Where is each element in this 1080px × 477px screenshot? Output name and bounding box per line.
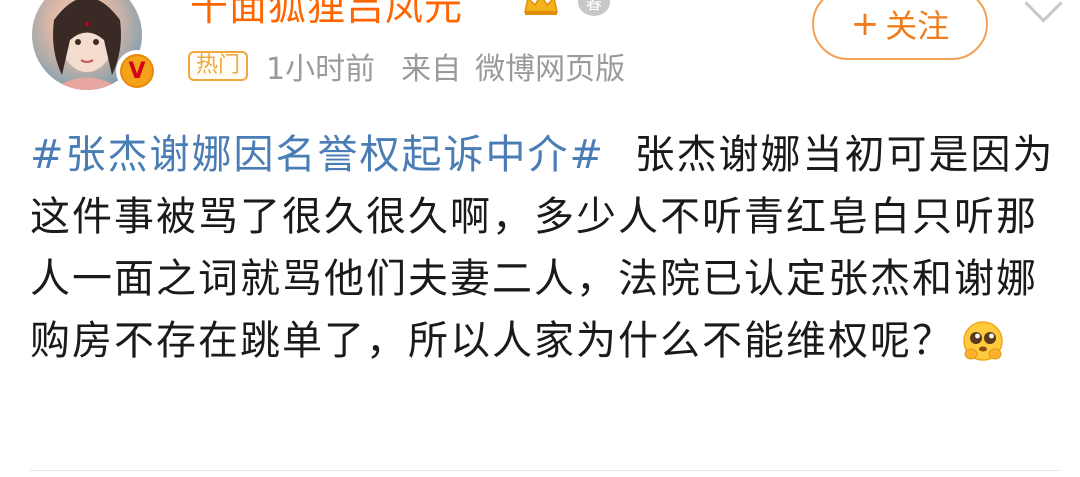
weibo-post-card: V 千面狐狸吕凤元 春 热门 1小时前 来自 微博网页版 + 关注 #张杰谢娜因…	[0, 0, 1080, 477]
post-time: 1小时前	[266, 52, 376, 87]
chevron-down-icon[interactable]	[1024, 0, 1063, 23]
verified-badge-icon: V	[116, 50, 158, 92]
plus-icon: +	[850, 4, 880, 44]
post-meta: 热门 1小时前 来自 微博网页版	[188, 48, 625, 87]
post-content: #张杰谢娜因名誉权起诉中介# 张杰谢娜当初可是因为这件事被骂了很久很久啊，多少人…	[30, 124, 1060, 372]
crown-icon	[524, 0, 558, 15]
follow-button[interactable]: + 关注	[812, 0, 988, 60]
pleading-face-emoji-icon	[963, 321, 1003, 361]
username[interactable]: 千面狐狸吕凤元	[190, 0, 463, 31]
divider	[30, 470, 1060, 471]
post-source[interactable]: 微博网页版	[475, 44, 625, 88]
level-badge-icon: 春	[578, 0, 610, 16]
follow-label: 关注	[885, 7, 950, 45]
source-prefix: 来自	[401, 52, 462, 87]
hashtag-link[interactable]: #张杰谢娜因名誉权起诉中介#	[30, 132, 605, 178]
hot-tag: 热门	[188, 51, 249, 81]
verified-mark: V	[120, 54, 154, 88]
